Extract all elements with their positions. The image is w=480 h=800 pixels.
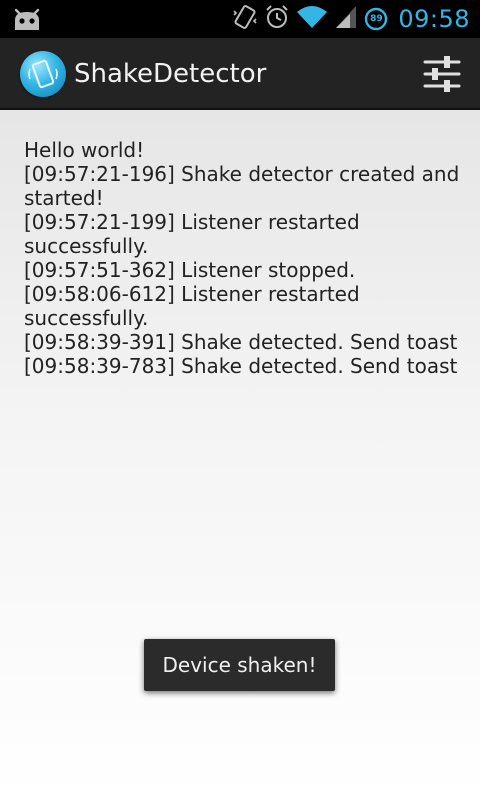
log-text: Hello world! [09:57:21-196] Shake detect… xyxy=(24,138,464,378)
phone-icon xyxy=(28,59,58,89)
log-line: Hello world! xyxy=(24,138,145,162)
action-bar: ShakeDetector xyxy=(0,38,480,110)
alarm-icon xyxy=(264,4,290,34)
app-icon[interactable] xyxy=(20,51,66,97)
log-line: [09:58:39-783] Shake detected. Send toas… xyxy=(24,354,458,378)
log-line: [09:57:21-199] Listener restarted succes… xyxy=(24,210,360,258)
app-title: ShakeDetector xyxy=(74,59,267,89)
battery-icon: 89 xyxy=(364,7,388,31)
status-bar: 89 09:58 xyxy=(0,0,480,38)
wifi-icon xyxy=(296,4,328,34)
log-line: [09:57:51-362] Listener stopped. xyxy=(24,258,356,282)
status-icons: 89 09:58 xyxy=(232,0,470,38)
status-time: 09:58 xyxy=(398,5,470,33)
log-line: [09:57:21-196] Shake detector created an… xyxy=(24,162,460,210)
battery-level: 89 xyxy=(370,14,383,24)
toast-message: Device shaken! xyxy=(144,639,335,691)
signal-icon xyxy=(334,4,358,34)
settings-sliders-icon xyxy=(423,56,461,92)
settings-button[interactable] xyxy=(418,50,466,98)
log-line: [09:58:39-391] Shake detected. Send toas… xyxy=(24,330,458,354)
log-line: [09:58:06-612] Listener restarted succes… xyxy=(24,282,360,330)
vibrate-icon xyxy=(232,3,258,35)
content-area: Hello world! [09:57:21-196] Shake detect… xyxy=(0,110,480,800)
cyanogen-icon xyxy=(12,6,42,32)
